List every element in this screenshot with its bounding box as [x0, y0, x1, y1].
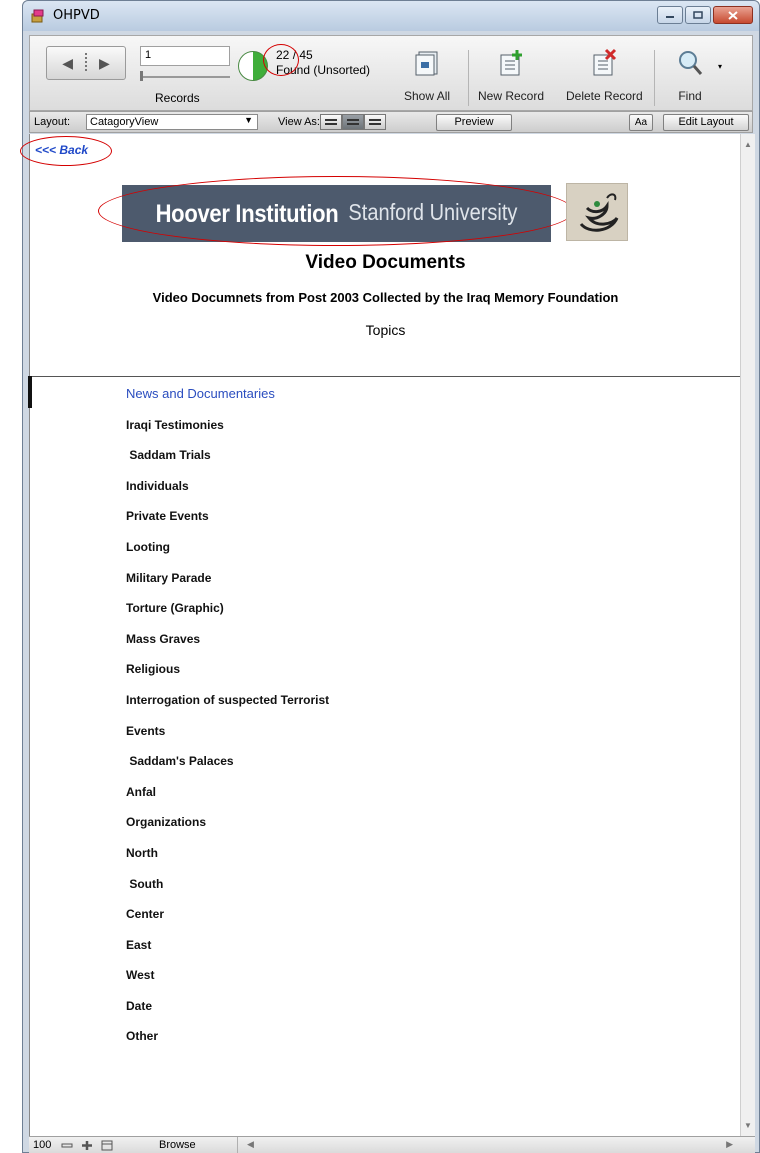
topic-item[interactable]: Other: [126, 1028, 329, 1059]
form-view-icon: [325, 119, 337, 125]
topic-item[interactable]: Organizations: [126, 814, 329, 845]
show-all-icon: [415, 51, 438, 76]
topic-item[interactable]: Events: [126, 723, 329, 754]
toggle-toolbar-icon[interactable]: [101, 1140, 113, 1151]
topic-item[interactable]: West: [126, 967, 329, 998]
records-label: Records: [155, 91, 200, 105]
minimize-button[interactable]: [657, 6, 683, 24]
topic-item[interactable]: Center: [126, 906, 329, 937]
scroll-up-icon[interactable]: ▲: [744, 140, 752, 149]
find-button[interactable]: Find: [676, 48, 704, 103]
zoom-out-icon[interactable]: [61, 1140, 73, 1151]
view-as-label: View As:: [278, 116, 320, 128]
next-record-icon[interactable]: ▶: [99, 55, 110, 72]
record-slider[interactable]: [140, 76, 230, 78]
topic-item[interactable]: Looting: [126, 539, 329, 570]
layout-bar: Layout: CatagoryView ▼ View As: Preview …: [29, 111, 753, 133]
scroll-left-icon[interactable]: ◀: [247, 1139, 254, 1150]
text-formatting-button[interactable]: Aa: [629, 114, 653, 131]
status-toolbar: ◀ ▶ 1 Records 22 / 45 Found (Unsorted) S…: [29, 35, 753, 111]
view-as-list-button[interactable]: [342, 114, 364, 130]
annotation-circle-banner: [98, 176, 574, 246]
maximize-icon: [693, 11, 703, 19]
layout-select[interactable]: CatagoryView ▼: [86, 114, 258, 130]
find-label: Find: [678, 89, 702, 103]
page-subtitle: Video Documnets from Post 2003 Collected…: [152, 290, 619, 305]
show-all-label: Show All: [404, 89, 451, 103]
foundation-logo: [566, 183, 628, 241]
delete-record-button[interactable]: Delete Record: [566, 48, 643, 103]
topic-item[interactable]: Individuals: [126, 478, 329, 509]
chevron-down-icon: ▼: [244, 115, 253, 125]
topic-item[interactable]: South: [126, 876, 329, 907]
record-number-input[interactable]: 1: [140, 46, 230, 66]
view-as-buttons: [320, 114, 386, 130]
book-icon: [85, 53, 87, 73]
new-record-button[interactable]: New Record: [478, 48, 544, 103]
new-record-label: New Record: [478, 89, 545, 103]
mode-indicator[interactable]: Browse: [159, 1139, 196, 1151]
toolbar-separator: [654, 50, 655, 106]
edit-layout-button[interactable]: Edit Layout: [663, 114, 749, 131]
topic-item[interactable]: Mass Graves: [126, 631, 329, 662]
header-divider: [30, 376, 741, 377]
topic-item[interactable]: Military Parade: [126, 570, 329, 601]
topic-item[interactable]: East: [126, 937, 329, 968]
app-window: OHPVD ◀ ▶ 1 Records 22 / 45 Found (Unsor…: [20, 0, 760, 1153]
zoom-in-icon[interactable]: [81, 1140, 93, 1151]
topic-item[interactable]: News and Documentaries: [126, 386, 329, 417]
close-button[interactable]: [713, 6, 753, 24]
topic-item[interactable]: Date: [126, 998, 329, 1029]
topic-item[interactable]: Anfal: [126, 784, 329, 815]
topic-list: News and Documentaries Iraqi Testimonies…: [126, 386, 329, 1059]
app-icon: [31, 9, 44, 23]
maximize-button[interactable]: [685, 6, 711, 24]
record-indicator: [28, 376, 32, 408]
scroll-right-icon[interactable]: ▶: [726, 1139, 733, 1150]
window-controls: [657, 6, 753, 24]
view-as-form-button[interactable]: [320, 114, 342, 130]
status-bar: 100 Browse ◀ ▶: [29, 1136, 755, 1153]
delete-record-label: Delete Record: [566, 89, 643, 103]
new-record-icon: [500, 50, 523, 76]
layout-content: <<< Back Hoover Institution Stanford Uni…: [20, 134, 741, 1136]
view-as-table-button[interactable]: [364, 114, 386, 130]
zoom-level[interactable]: 100: [33, 1139, 51, 1151]
found-total: 45: [299, 48, 313, 62]
previous-record-icon[interactable]: ◀: [62, 55, 73, 72]
record-slider-handle[interactable]: [140, 71, 143, 81]
record-navigator[interactable]: ◀ ▶: [46, 46, 126, 80]
topic-item[interactable]: Iraqi Testimonies: [126, 417, 329, 448]
layout-select-value: CatagoryView: [90, 116, 159, 128]
delete-record-icon: [593, 48, 617, 76]
preview-button[interactable]: Preview: [436, 114, 512, 131]
minimize-icon: [666, 16, 674, 18]
topic-item[interactable]: Torture (Graphic): [126, 600, 329, 631]
topic-item[interactable]: Interrogation of suspected Terrorist: [126, 692, 329, 723]
topic-item[interactable]: Religious: [126, 661, 329, 692]
show-all-button[interactable]: Show All: [404, 48, 450, 103]
topic-item[interactable]: North: [126, 845, 329, 876]
toolbar-separator: [468, 50, 469, 106]
close-icon: [728, 10, 738, 20]
table-view-icon: [369, 119, 381, 125]
page-title: Video Documents: [305, 252, 466, 273]
topic-item[interactable]: Private Events: [126, 508, 329, 539]
topic-item[interactable]: Saddam's Palaces: [126, 753, 329, 784]
layout-label: Layout:: [34, 116, 71, 128]
title-bar[interactable]: OHPVD: [23, 1, 759, 31]
annotation-circle-count: [263, 44, 299, 76]
vertical-scrollbar[interactable]: ▲ ▼: [740, 134, 755, 1136]
window-title: OHPVD: [53, 8, 100, 23]
annotation-circle-back: [20, 136, 112, 166]
status-separator: [237, 1137, 238, 1153]
topics-heading: Topics: [365, 322, 406, 338]
calligraphy-logo-icon: [579, 193, 619, 232]
list-view-icon: [347, 119, 359, 125]
magnifier-icon: [679, 51, 703, 75]
topic-item[interactable]: Saddam Trials: [126, 447, 329, 478]
scroll-down-icon[interactable]: ▼: [744, 1121, 752, 1130]
find-dropdown-icon[interactable]: ▾: [718, 62, 722, 71]
